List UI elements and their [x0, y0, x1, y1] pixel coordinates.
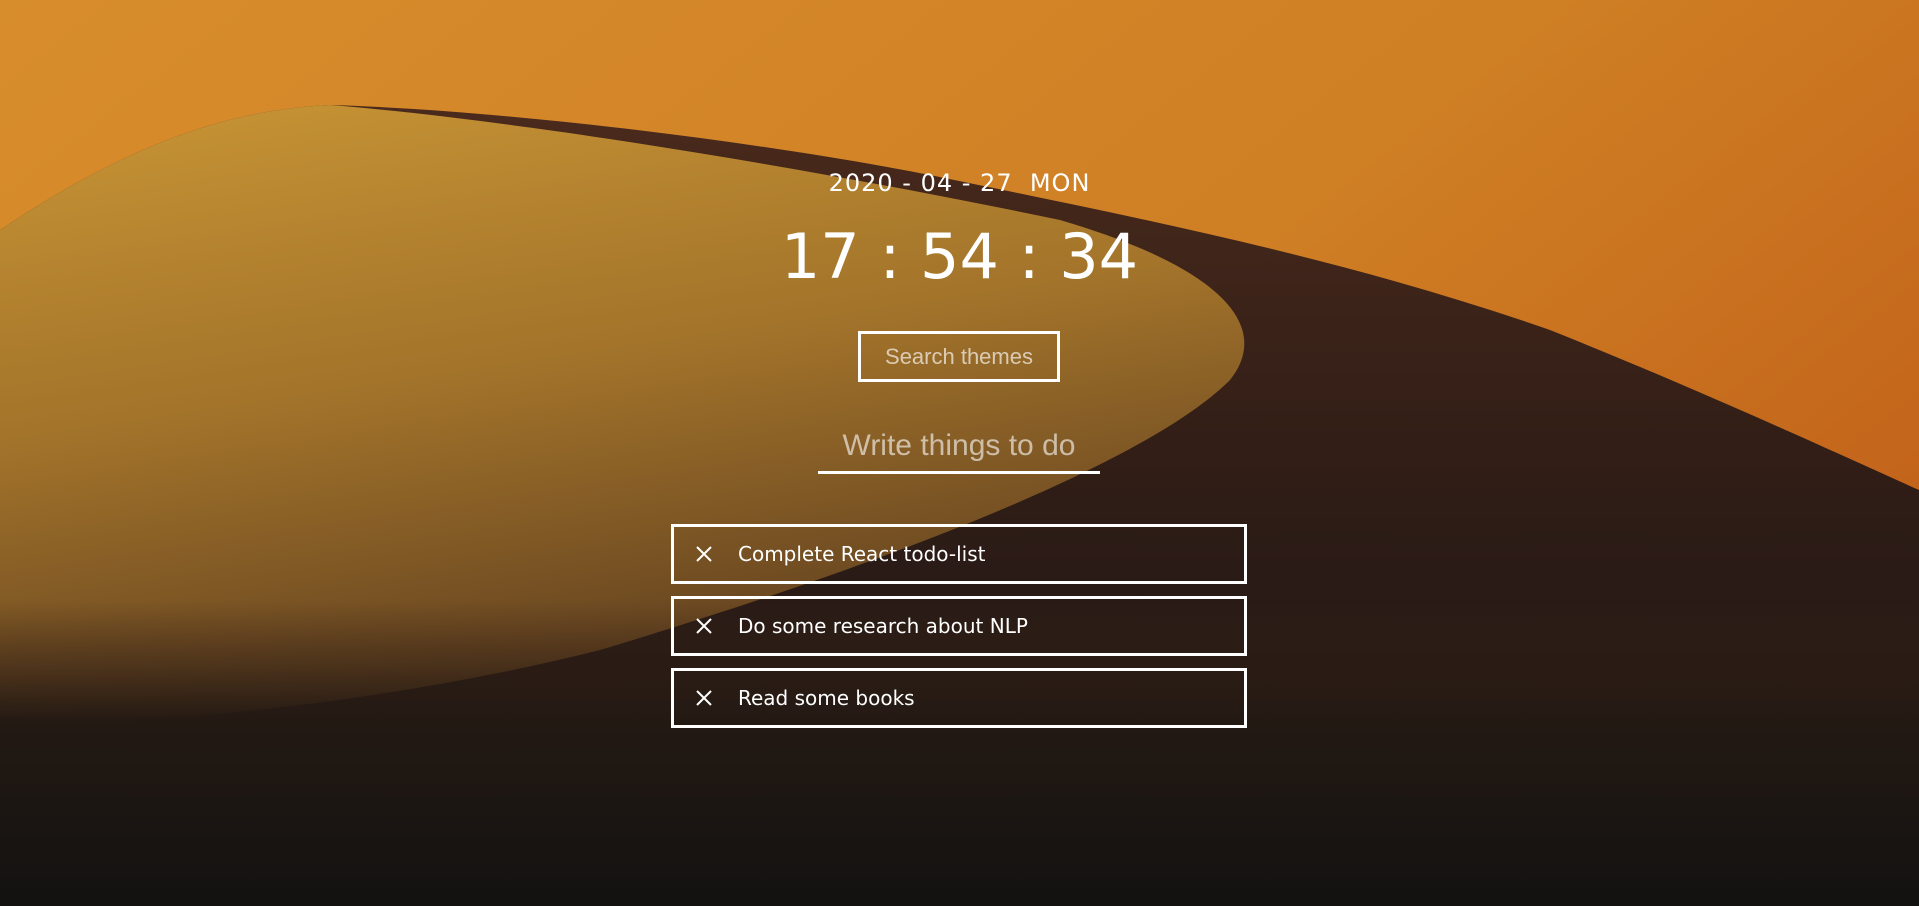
todo-list: Complete React todo-list Do some researc…: [671, 524, 1247, 740]
search-themes-input[interactable]: [858, 331, 1060, 382]
delete-todo-button[interactable]: [692, 686, 716, 710]
close-icon: [696, 546, 712, 562]
close-icon: [696, 690, 712, 706]
todo-input[interactable]: [818, 420, 1100, 474]
todo-item: Complete React todo-list: [671, 524, 1247, 584]
todo-item: Read some books: [671, 668, 1247, 728]
close-icon: [696, 618, 712, 634]
todo-text: Read some books: [738, 686, 915, 710]
todo-text: Do some research about NLP: [738, 614, 1028, 638]
page-background: 2020 - 04 - 27 MON 17 : 54 : 34 Complete…: [0, 0, 1919, 906]
dashboard: 2020 - 04 - 27 MON 17 : 54 : 34 Complete…: [0, 0, 1919, 906]
date-display: 2020 - 04 - 27 MON: [828, 169, 1091, 197]
clock-time: 17 : 54 : 34: [780, 220, 1139, 293]
todo-item: Do some research about NLP: [671, 596, 1247, 656]
todo-text: Complete React todo-list: [738, 542, 986, 566]
delete-todo-button[interactable]: [692, 542, 716, 566]
delete-todo-button[interactable]: [692, 614, 716, 638]
